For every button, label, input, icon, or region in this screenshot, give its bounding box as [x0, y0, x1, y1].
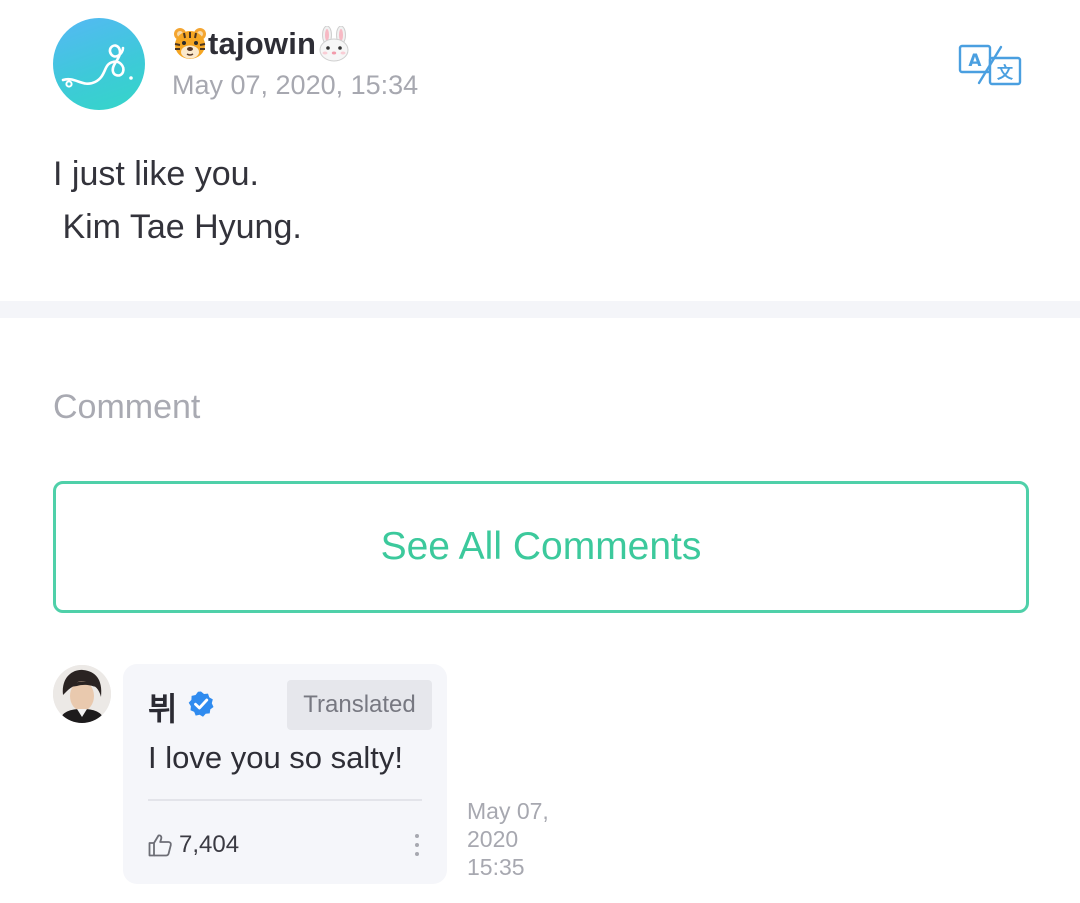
author-name-text: tajowin: [208, 26, 317, 61]
svg-text:A: A: [968, 51, 982, 71]
post-body: I just like you. Kim Tae Hyung.: [53, 155, 302, 246]
like-count: 7,404: [179, 831, 240, 858]
see-all-comments-label: See All Comments: [380, 525, 702, 568]
see-all-comments-button[interactable]: See All Comments: [53, 481, 1029, 613]
commenter-name[interactable]: 뷔: [148, 684, 177, 730]
comment-text: I love you so salty!: [148, 740, 404, 775]
comment-date-line1: May 07,: [467, 798, 549, 824]
thumbs-up-icon: [148, 834, 172, 857]
comment-divider: [148, 799, 422, 801]
section-divider: [0, 301, 1080, 318]
commenter-avatar[interactable]: [53, 665, 111, 723]
rabbit-face-icon: [316, 26, 352, 62]
svg-text:文: 文: [997, 63, 1014, 82]
verified-badge-icon: [188, 691, 214, 717]
translate-icon[interactable]: A 文: [957, 43, 1023, 87]
comment-section-heading: Comment: [53, 388, 201, 426]
author-name[interactable]: tajowin: [172, 22, 352, 66]
like-button[interactable]: 7,404: [147, 830, 239, 860]
comment-date-line2: 2020: [467, 826, 519, 852]
comment-bubble: 뷔 Translated I love you so salty! 7,404: [123, 664, 447, 884]
tiger-face-icon: [172, 26, 208, 62]
comment-timestamp: May 07, 2020 15:35: [467, 797, 577, 881]
post-timestamp: May 07, 2020, 15:34: [172, 70, 419, 100]
translated-badge: Translated: [287, 680, 432, 730]
author-avatar[interactable]: [53, 18, 145, 110]
more-options-icon[interactable]: [409, 830, 425, 860]
comment-date-line3: 15:35: [467, 854, 525, 880]
